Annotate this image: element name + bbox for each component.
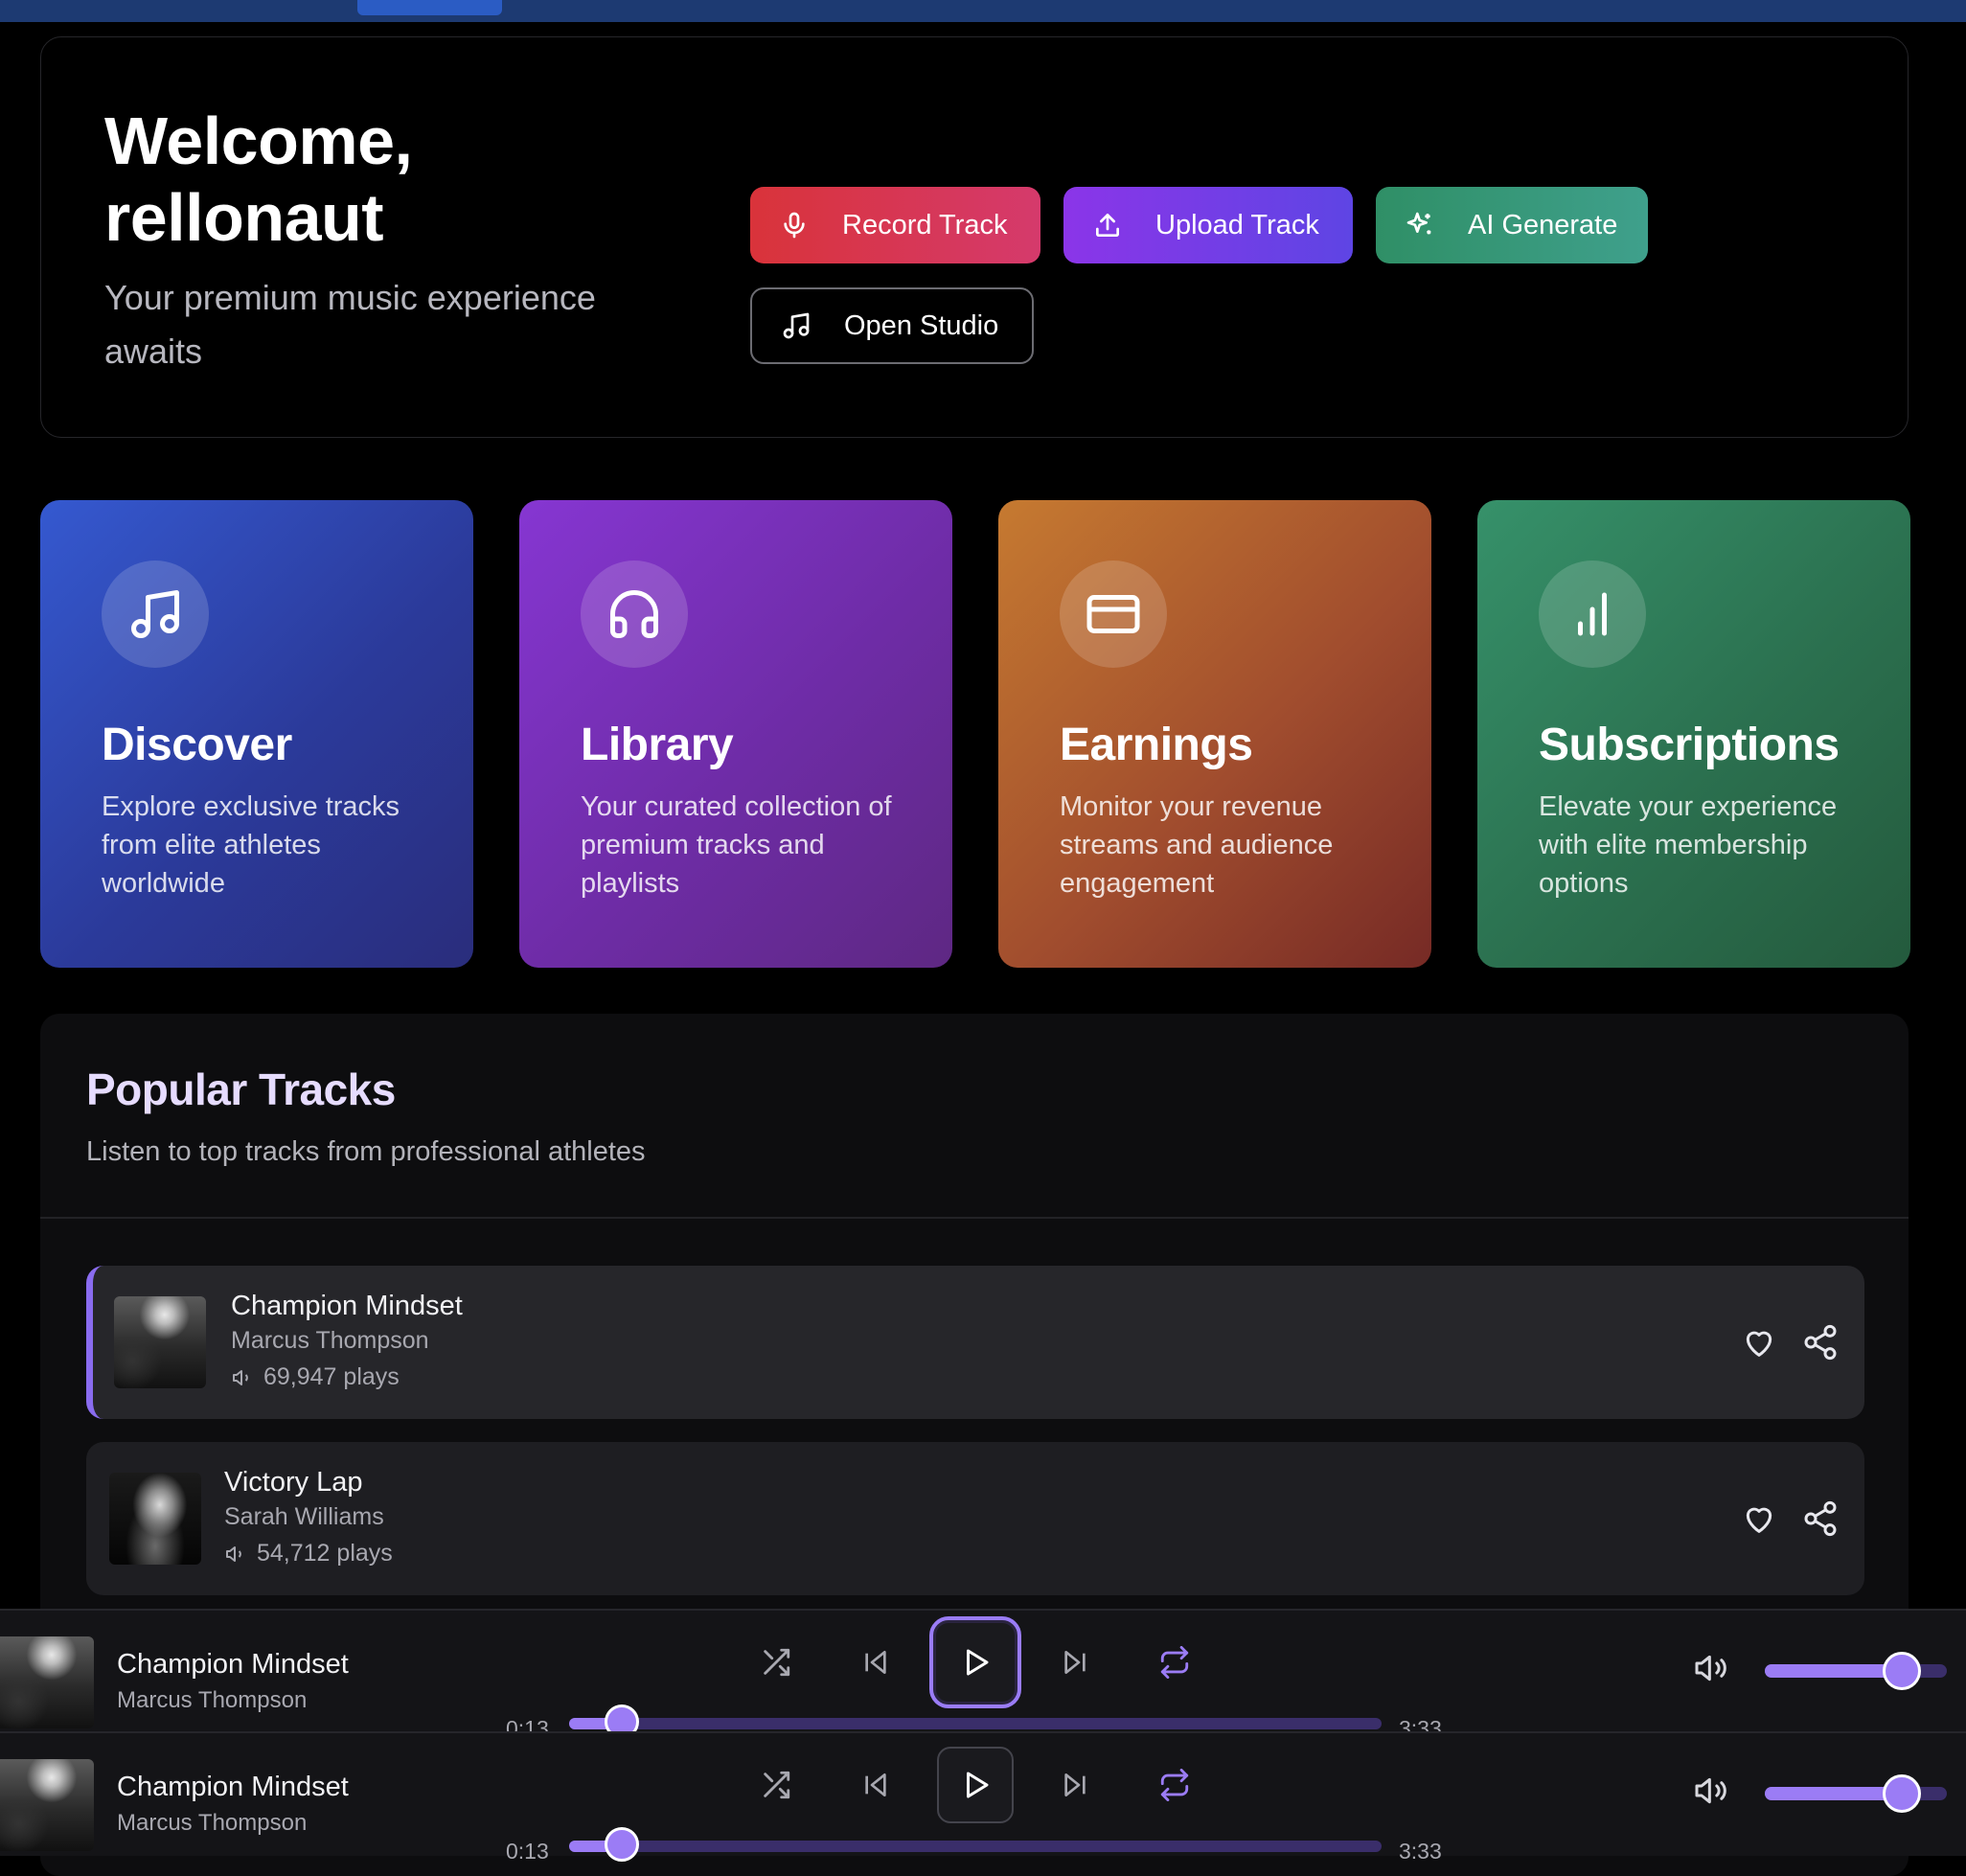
play-icon: [967, 1649, 989, 1676]
heart-icon[interactable]: [1740, 1323, 1778, 1361]
microphone-icon: [779, 210, 810, 240]
divider: [40, 1217, 1909, 1219]
welcome-title: Welcome, rellonaut: [104, 103, 413, 255]
upload-track-label: Upload Track: [1155, 209, 1319, 240]
previous-button[interactable]: [853, 1639, 899, 1685]
track-row[interactable]: Champion Mindset Marcus Thompson 69,947 …: [86, 1266, 1864, 1419]
record-track-button[interactable]: Record Track: [750, 187, 1040, 263]
active-tab-indicator[interactable]: [357, 0, 502, 15]
volume-fill: [1765, 1664, 1902, 1678]
shuffle-button[interactable]: [753, 1639, 799, 1685]
volume-icon[interactable]: [1692, 1772, 1730, 1810]
progress-bar[interactable]: [569, 1704, 1382, 1739]
welcome-subtitle: Your premium music experience awaits: [104, 278, 596, 371]
volume-fill: [1765, 1787, 1902, 1800]
subscriptions-title: Subscriptions: [1539, 720, 1840, 770]
earnings-card[interactable]: Earnings Monitor your revenue streams an…: [998, 500, 1431, 968]
play-button[interactable]: [937, 1747, 1014, 1823]
heart-icon[interactable]: [1740, 1499, 1778, 1538]
headphones-icon: [581, 561, 688, 668]
volume-slider[interactable]: [1765, 1774, 1947, 1813]
upload-track-button[interactable]: Upload Track: [1063, 187, 1353, 263]
volume-slider[interactable]: [1765, 1652, 1947, 1690]
repeat-button[interactable]: [1152, 1639, 1198, 1685]
popular-tracks-subtitle: Listen to top tracks from professional a…: [86, 1136, 646, 1167]
track-row[interactable]: Victory Lap Sarah Williams 54,712 plays: [86, 1442, 1864, 1595]
play-icon: [967, 1772, 989, 1798]
track-title: Victory Lap: [224, 1467, 363, 1498]
skip-back-icon: [865, 1773, 886, 1796]
skip-back-icon: [865, 1651, 886, 1674]
duration: 3:33: [1399, 1839, 1442, 1864]
shuffle-icon: [764, 1648, 790, 1677]
player-track-artist: Marcus Thompson: [117, 1810, 308, 1836]
track-plays: 54,712 plays: [224, 1540, 393, 1567]
library-card[interactable]: Library Your curated collection of premi…: [519, 500, 952, 968]
repeat-button[interactable]: [1152, 1762, 1198, 1808]
discover-title: Discover: [102, 720, 292, 770]
volume-icon[interactable]: [1692, 1649, 1730, 1687]
earnings-description: Monitor your revenue streams and audienc…: [1060, 791, 1334, 899]
progress-handle[interactable]: [605, 1827, 640, 1862]
bar-chart-icon: [1539, 561, 1646, 668]
player-bar: Champion Mindset Marcus Thompson 0:13 3:…: [0, 1609, 1966, 1741]
credit-card-icon: [1060, 561, 1167, 668]
music-note-icon: [781, 310, 812, 341]
play-button[interactable]: [929, 1616, 1021, 1708]
volume-handle[interactable]: [1882, 1652, 1921, 1690]
popular-tracks-title: Popular Tracks: [86, 1064, 396, 1114]
player-track-title: Champion Mindset: [117, 1649, 349, 1680]
library-description: Your curated collection of premium track…: [581, 791, 892, 899]
track-artist: Sarah Williams: [224, 1503, 384, 1530]
subscriptions-card[interactable]: Subscriptions Elevate your experience wi…: [1477, 500, 1910, 968]
volume-handle[interactable]: [1882, 1774, 1921, 1813]
discover-description: Explore exclusive tracks from elite athl…: [102, 791, 400, 899]
player-bar: Champion Mindset Marcus Thompson 0:13 3:…: [0, 1731, 1966, 1864]
open-studio-button[interactable]: Open Studio: [750, 287, 1034, 364]
track-plays-label: 54,712 plays: [257, 1540, 393, 1567]
speaker-icon: [226, 1545, 241, 1562]
ai-generate-button[interactable]: AI Generate: [1376, 187, 1648, 263]
current-time: 0:13: [506, 1839, 549, 1864]
player-cover: [0, 1759, 94, 1851]
progress-bar[interactable]: [569, 1827, 1382, 1862]
open-studio-label: Open Studio: [844, 309, 999, 341]
discover-card[interactable]: Discover Explore exclusive tracks from e…: [40, 500, 473, 968]
ai-generate-label: AI Generate: [1468, 209, 1618, 240]
repeat-icon: [1160, 1646, 1189, 1679]
record-track-label: Record Track: [842, 209, 1008, 240]
earnings-title: Earnings: [1060, 720, 1253, 770]
track-title: Champion Mindset: [231, 1291, 463, 1321]
upload-icon: [1092, 210, 1123, 240]
speaker-icon: [233, 1369, 248, 1385]
track-artist: Marcus Thompson: [231, 1327, 429, 1354]
welcome-panel: Welcome, rellonaut Your premium music ex…: [40, 36, 1909, 438]
next-button[interactable]: [1052, 1762, 1098, 1808]
player-cover: [0, 1636, 94, 1728]
share-icon[interactable]: [1801, 1323, 1840, 1361]
previous-button[interactable]: [853, 1762, 899, 1808]
library-title: Library: [581, 720, 734, 770]
repeat-icon: [1160, 1769, 1189, 1801]
share-icon[interactable]: [1801, 1499, 1840, 1538]
player-track-artist: Marcus Thompson: [117, 1687, 308, 1713]
skip-forward-icon: [1064, 1773, 1086, 1796]
next-button[interactable]: [1052, 1639, 1098, 1685]
skip-forward-icon: [1064, 1651, 1086, 1674]
track-cover: [114, 1296, 206, 1388]
track-plays: 69,947 plays: [231, 1363, 400, 1391]
player-track-title: Champion Mindset: [117, 1772, 349, 1802]
browser-top-bar: [0, 0, 1966, 22]
track-cover: [109, 1473, 201, 1565]
track-plays-label: 69,947 plays: [263, 1363, 400, 1390]
subscriptions-description: Elevate your experience with elite membe…: [1539, 791, 1838, 899]
music-note-icon: [102, 561, 209, 668]
shuffle-button[interactable]: [753, 1762, 799, 1808]
shuffle-icon: [764, 1771, 790, 1799]
sparkles-icon: [1405, 210, 1435, 240]
